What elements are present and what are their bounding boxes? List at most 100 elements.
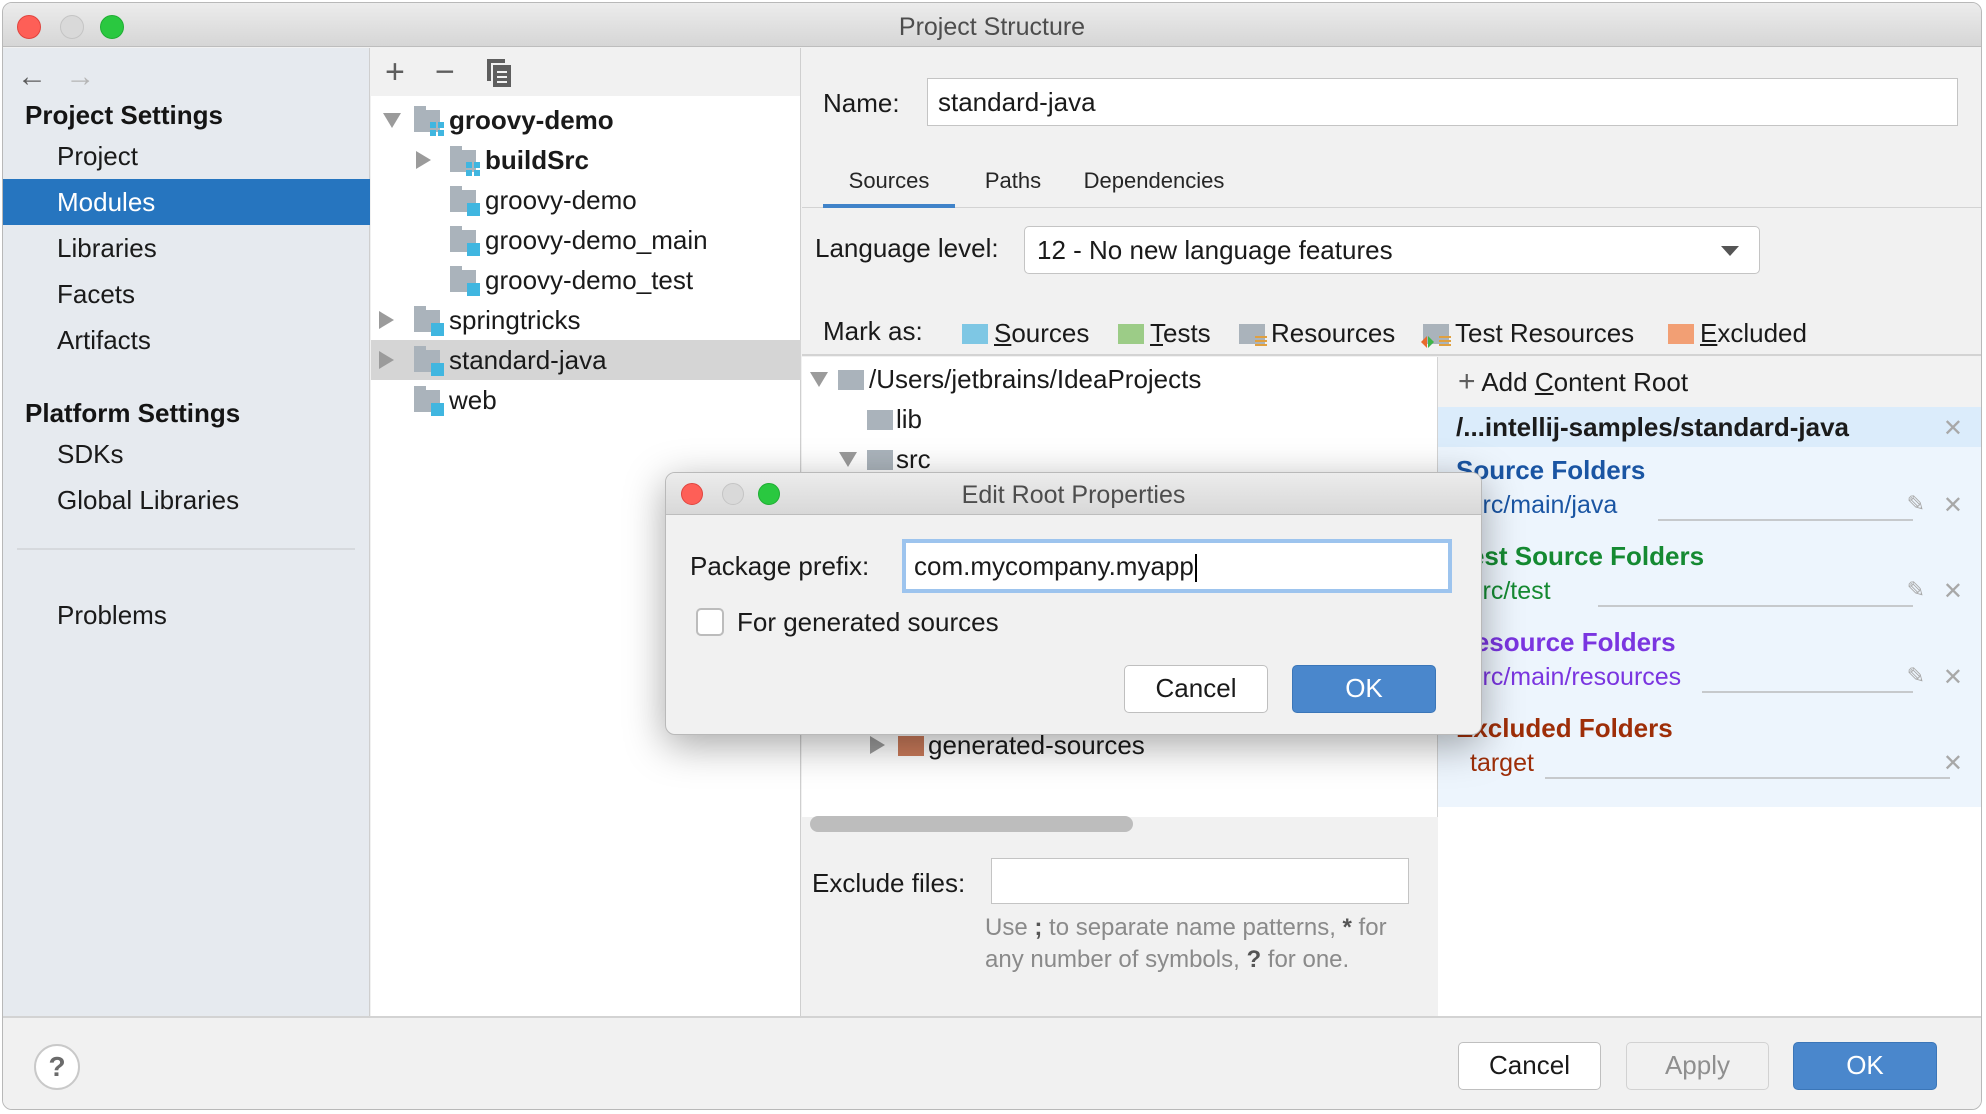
sidebar-item-libraries[interactable]: Libraries	[3, 225, 370, 271]
tree-row-selected[interactable]: standard-java	[371, 340, 801, 380]
resource-folder-path[interactable]: src/main/resources	[1470, 663, 1681, 692]
text-cursor	[1194, 554, 1197, 583]
module-icon	[414, 346, 444, 376]
window-title: Project Structure	[898, 13, 1086, 41]
tree-row[interactable]: buildSrc	[371, 140, 801, 180]
package-prefix-input[interactable]: com.mycompany.myapp	[902, 539, 1452, 593]
sidebar-item-sdks[interactable]: SDKs	[3, 431, 370, 477]
add-module-button[interactable]: +	[385, 52, 405, 92]
tree-row[interactable]: groovy-demo_main	[371, 220, 801, 260]
forward-arrow-icon[interactable]: →	[65, 60, 105, 94]
folder-icon	[867, 410, 893, 430]
mark-test-resources-button[interactable]: Test Resources	[1421, 316, 1634, 350]
sidebar-item-project[interactable]: Project	[3, 133, 370, 179]
tree-row-label: standard-java	[449, 345, 607, 375]
dialog-ok-button[interactable]: OK	[1292, 665, 1436, 713]
mark-excluded-button[interactable]: Excluded	[1668, 316, 1807, 350]
cancel-button[interactable]: Cancel	[1458, 1042, 1601, 1090]
language-level-select[interactable]: 12 - No new language features	[1024, 226, 1760, 274]
tree-row-label: groovy-demo	[485, 185, 637, 215]
excluded-folders-title: Excluded Folders	[1456, 713, 1673, 743]
remove-folder-icon[interactable]: ✕	[1943, 749, 1963, 778]
exclude-files-label: Exclude files:	[812, 868, 966, 898]
row-underline	[1658, 519, 1913, 521]
sidebar-item-facets[interactable]: Facets	[3, 271, 370, 317]
tab-paths[interactable]: Paths	[968, 158, 1058, 208]
back-arrow-icon[interactable]: ←	[17, 60, 57, 94]
dialog-title-bar: Edit Root Properties	[666, 473, 1481, 515]
tree-row[interactable]: springtricks	[371, 300, 801, 340]
settings-sidebar: ← → Project Settings Project Modules Lib…	[3, 48, 370, 1018]
tree-row[interactable]: web	[371, 380, 801, 420]
mark-as-bar: Mark as: Sources Tests Resources Test Re…	[802, 306, 1981, 356]
help-button[interactable]: ?	[34, 1044, 80, 1090]
folder-icon	[838, 370, 864, 390]
group-platform-settings: Platform Settings	[25, 398, 241, 428]
tree-row[interactable]: groovy-demo_test	[371, 260, 801, 300]
module-icon	[414, 386, 444, 416]
sidebar-divider	[17, 548, 355, 550]
excluded-folder-icon	[898, 736, 924, 756]
edit-pencil-icon[interactable]: ✎	[1907, 663, 1925, 689]
sidebar-item-problems[interactable]: Problems	[3, 592, 370, 638]
row-underline	[1598, 605, 1913, 607]
remove-folder-icon[interactable]: ✕	[1943, 491, 1963, 520]
exclude-files-input[interactable]	[991, 858, 1409, 904]
module-tabs: Sources Paths Dependencies	[802, 158, 1981, 208]
tree-row[interactable]: groovy-demo	[371, 100, 801, 140]
expand-arrow-icon[interactable]	[383, 113, 401, 128]
sidebar-item-global-libraries[interactable]: Global Libraries	[3, 477, 370, 523]
source-folder-path[interactable]: src/main/java	[1470, 491, 1617, 520]
module-group-icon	[414, 106, 444, 136]
sources-folder-icon	[962, 324, 988, 344]
remove-folder-icon[interactable]: ✕	[1943, 577, 1963, 606]
tab-sources[interactable]: Sources	[823, 158, 955, 208]
edit-pencil-icon[interactable]: ✎	[1907, 577, 1925, 603]
collapsed-arrow-icon[interactable]	[379, 311, 394, 329]
module-name-input[interactable]: standard-java	[927, 78, 1958, 126]
remove-root-icon[interactable]: ✕	[1943, 409, 1963, 449]
test-resources-folder-icon	[1421, 324, 1451, 348]
module-icon	[414, 306, 444, 336]
copy-module-button[interactable]	[487, 56, 511, 96]
remove-folder-icon[interactable]: ✕	[1943, 663, 1963, 692]
collapsed-arrow-icon[interactable]	[870, 736, 885, 754]
dialog-cancel-button[interactable]: Cancel	[1124, 665, 1268, 713]
expand-arrow-icon[interactable]	[839, 452, 857, 467]
tab-dependencies[interactable]: Dependencies	[1074, 158, 1234, 208]
test-folder-path[interactable]: src/test	[1470, 577, 1551, 606]
mark-tests-button[interactable]: Tests	[1118, 316, 1211, 350]
mark-resources-button[interactable]: Resources	[1239, 316, 1395, 350]
excluded-folder-path[interactable]: target	[1470, 749, 1534, 778]
exclude-files-hint: Use ; to separate name patterns, * for a…	[985, 914, 1387, 973]
sidebar-item-artifacts[interactable]: Artifacts	[3, 317, 370, 363]
collapsed-arrow-icon[interactable]	[416, 151, 431, 169]
module-icon	[450, 226, 480, 256]
tree-row-label: springtricks	[449, 305, 581, 335]
horizontal-scrollbar[interactable]	[810, 816, 1133, 832]
edit-root-properties-dialog: Edit Root Properties Package prefix: com…	[665, 472, 1482, 735]
generated-sources-checkbox[interactable]	[696, 608, 724, 636]
expand-arrow-icon[interactable]	[810, 372, 828, 387]
tree-row-label: groovy-demo	[449, 105, 614, 135]
generated-sources-label[interactable]: For generated sources	[737, 607, 999, 638]
sidebar-item-modules[interactable]: Modules	[3, 179, 370, 225]
package-prefix-label: Package prefix:	[690, 551, 870, 581]
language-level-label: Language level:	[815, 233, 999, 263]
content-tree-row[interactable]: /Users/jetbrains/IdeaProjects	[802, 359, 1438, 399]
remove-module-button[interactable]: −	[435, 52, 455, 92]
add-content-root-button[interactable]: + Add Content Root	[1438, 357, 1981, 407]
tree-row[interactable]: groovy-demo	[371, 180, 801, 220]
dialog-footer: ? Cancel Apply OK	[3, 1016, 1981, 1109]
collapsed-arrow-icon[interactable]	[379, 351, 394, 369]
content-tree-row[interactable]: lib	[802, 399, 1438, 439]
resource-folders-title: Resource Folders	[1456, 627, 1676, 657]
tree-row-label: web	[449, 385, 497, 415]
content-root-path[interactable]: /...intellij-samples/standard-java ✕	[1438, 407, 1981, 449]
edit-pencil-icon[interactable]: ✎	[1907, 491, 1925, 517]
mark-sources-button[interactable]: Sources	[962, 316, 1089, 350]
tree-row-label: buildSrc	[485, 145, 590, 175]
ok-button[interactable]: OK	[1793, 1042, 1937, 1090]
apply-button[interactable]: Apply	[1626, 1042, 1769, 1090]
plus-icon: +	[1458, 365, 1476, 398]
